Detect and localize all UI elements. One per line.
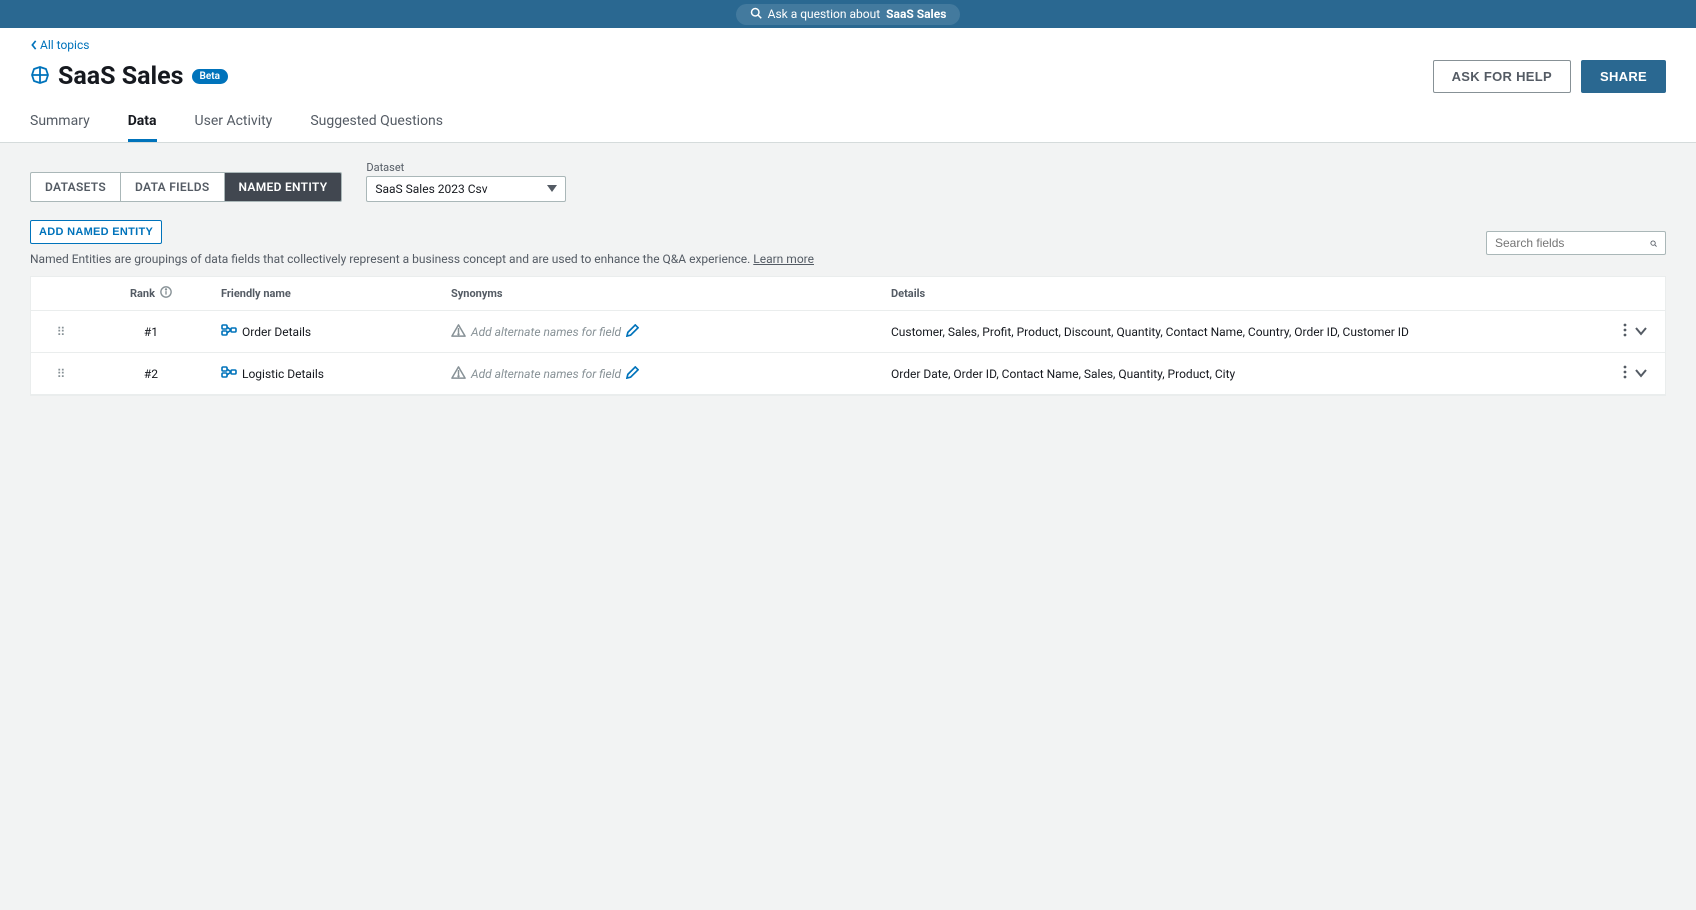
share-button[interactable]: SHARE <box>1581 60 1666 93</box>
segment-named-entity[interactable]: NAMED ENTITY <box>224 173 342 201</box>
tab-summary[interactable]: Summary <box>30 103 90 142</box>
col-details: Details <box>881 277 1595 310</box>
details-value: Customer, Sales, Profit, Product, Discou… <box>881 316 1595 348</box>
topic-icon <box>30 65 50 89</box>
learn-more-link[interactable]: Learn more <box>753 252 814 266</box>
beta-badge: Beta <box>192 69 228 84</box>
table-row: ⠿ #1 Order Details Add alternate names for … <box>31 311 1665 353</box>
entity-name: Logistic Details <box>242 367 324 381</box>
search-topic: SaaS Sales <box>886 7 946 21</box>
info-line: Named Entities are groupings of data fie… <box>30 252 814 266</box>
search-icon <box>750 7 762 22</box>
drag-handle-icon[interactable]: ⠿ <box>57 367 66 381</box>
named-entities-table: Rank Friendly name Synonyms Details ⠿ #1 O… <box>30 276 1666 396</box>
entity-icon <box>221 322 237 341</box>
edit-icon[interactable] <box>626 366 639 382</box>
search-fields-input-wrap[interactable] <box>1486 231 1666 255</box>
tab-user-activity[interactable]: User Activity <box>195 103 273 142</box>
segmented-control: DATASETSDATA FIELDSNAMED ENTITY <box>30 172 342 202</box>
breadcrumb-label: All topics <box>40 38 89 52</box>
col-rank: Rank <box>91 277 211 310</box>
warning-icon <box>451 365 466 383</box>
info-icon[interactable] <box>160 286 172 301</box>
page-title: SaaS Sales <box>58 62 184 91</box>
segment-datasets[interactable]: DATASETS <box>31 173 120 201</box>
entity-icon <box>221 364 237 383</box>
col-synonyms: Synonyms <box>441 277 881 310</box>
dataset-value: SaaS Sales 2023 Csv <box>375 182 487 196</box>
details-value: Order Date, Order ID, Contact Name, Sale… <box>881 358 1595 390</box>
rank-value: #2 <box>91 358 211 390</box>
more-icon[interactable] <box>1623 323 1627 340</box>
search-prefix: Ask a question about <box>768 7 881 21</box>
dataset-select[interactable]: SaaS Sales 2023 Csv <box>366 176 566 202</box>
rank-value: #1 <box>91 316 211 348</box>
global-search-pill[interactable]: Ask a question about SaaS Sales <box>736 4 961 25</box>
chevron-down-icon[interactable] <box>1635 325 1647 339</box>
tab-suggested-questions[interactable]: Suggested Questions <box>310 103 443 142</box>
drag-handle-icon[interactable]: ⠿ <box>57 325 66 339</box>
warning-icon <box>451 323 466 341</box>
add-named-entity-button[interactable]: ADD NAMED ENTITY <box>30 220 162 244</box>
breadcrumb[interactable]: All topics <box>30 38 1666 52</box>
chevron-down-icon[interactable] <box>1635 367 1647 381</box>
more-icon[interactable] <box>1623 365 1627 382</box>
tab-data[interactable]: Data <box>128 103 157 142</box>
synonym-placeholder[interactable]: Add alternate names for field <box>471 325 621 339</box>
segment-data-fields[interactable]: DATA FIELDS <box>120 173 224 201</box>
ask-help-button[interactable]: ASK FOR HELP <box>1433 60 1571 93</box>
table-row: ⠿ #2 Logistic Details Add alternate names f… <box>31 353 1665 395</box>
entity-name: Order Details <box>242 325 311 339</box>
synonym-placeholder[interactable]: Add alternate names for field <box>471 367 621 381</box>
dataset-label: Dataset <box>366 161 566 174</box>
edit-icon[interactable] <box>626 324 639 340</box>
search-fields-input[interactable] <box>1495 236 1650 250</box>
search-icon <box>1650 237 1657 250</box>
col-friendly-name: Friendly name <box>211 277 441 310</box>
